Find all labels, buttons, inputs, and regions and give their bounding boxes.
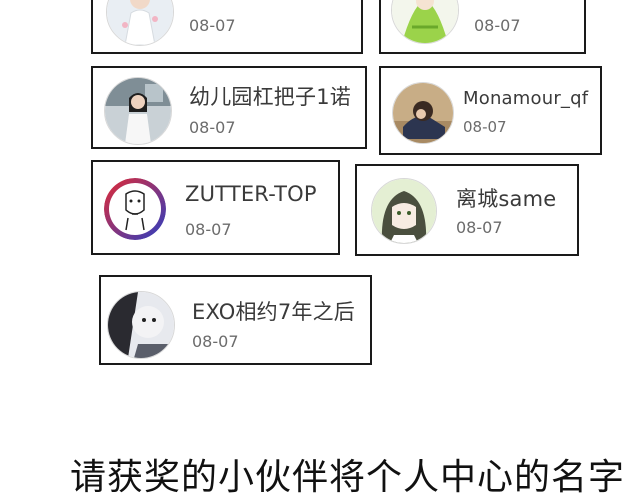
award-date: 08-07 <box>189 118 236 137</box>
award-date: 08-07 <box>456 218 503 237</box>
award-date: 08-07 <box>192 332 239 351</box>
avatar-cat-sleeve-icon <box>107 291 175 359</box>
user-name: ZUTTER-TOP <box>185 182 317 206</box>
avatar-anime-girl-icon <box>371 178 437 244</box>
winner-card[interactable]: Monamour_qf 08-07 <box>379 66 602 155</box>
award-date: 08-07 <box>185 220 232 239</box>
winner-card[interactable]: 08-07 <box>91 0 363 54</box>
winner-card[interactable]: EXO相约7年之后 08-07 <box>99 275 372 365</box>
winner-card[interactable]: 08-07 <box>379 0 586 54</box>
winner-card[interactable]: ZUTTER-TOP 08-07 <box>91 160 340 255</box>
user-name: 幼儿园杠把子1诺 <box>189 85 351 109</box>
winner-card[interactable]: 幼儿园杠把子1诺 08-07 <box>91 66 367 149</box>
avatar-green-anime-icon <box>391 0 459 44</box>
award-date: 08-07 <box>474 16 521 35</box>
user-name: 离城same <box>456 187 557 211</box>
award-date: 08-07 <box>463 118 507 136</box>
avatar-girl-photo-icon <box>104 77 172 145</box>
instruction-text: 请获奖的小伙伴将个人中心的名字 <box>70 457 626 498</box>
avatar-red-blue-portrait-icon <box>104 178 166 240</box>
avatar-girl-desk-icon <box>392 82 454 144</box>
winner-card[interactable]: 离城same 08-07 <box>355 164 579 256</box>
award-date: 08-07 <box>189 16 236 35</box>
avatar-white-dress-icon <box>106 0 174 46</box>
user-name: Monamour_qf <box>463 88 589 109</box>
user-name: EXO相约7年之后 <box>192 300 356 324</box>
